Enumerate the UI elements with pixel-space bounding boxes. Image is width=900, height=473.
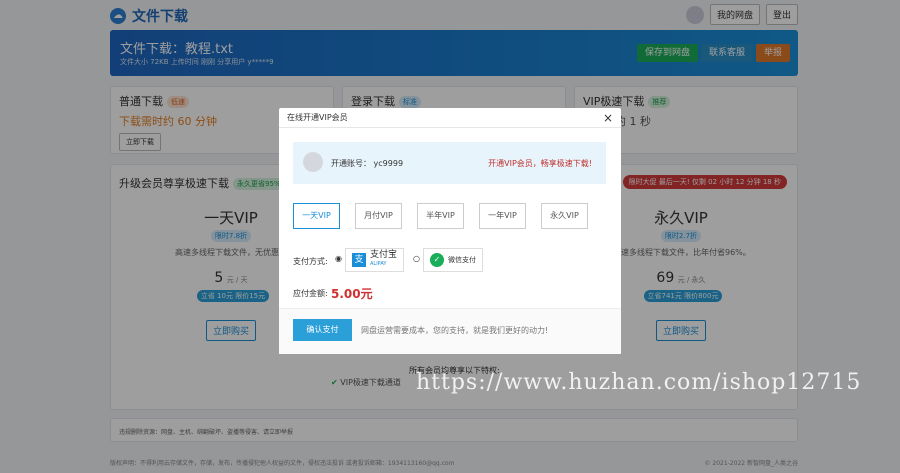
confirm-pay-button[interactable]: 确认支付 xyxy=(293,319,352,341)
close-icon[interactable]: × xyxy=(603,108,613,128)
plan-option-month[interactable]: 月付VIP xyxy=(355,203,402,229)
plan-option-day[interactable]: 一天VIP xyxy=(293,203,340,229)
alipay-option[interactable]: 支 支付宝 ALIPAY xyxy=(345,248,405,272)
account-box: 开通账号： yc9999 开通VIP会员，畅享极速下载! xyxy=(293,142,606,184)
account-label: 开通账号： yc9999 xyxy=(331,159,404,168)
user-avatar-icon xyxy=(303,152,323,172)
modal-header: 在线开通VIP会员 × xyxy=(279,108,621,128)
pay-method-label: 支付方式: xyxy=(293,257,328,266)
vip-modal: 在线开通VIP会员 × 开通账号： yc9999 开通VIP会员，畅享极速下载!… xyxy=(279,108,621,354)
watermark: https://www.huzhan.com/ishop12715 xyxy=(416,370,862,395)
wechat-icon: ✓ xyxy=(430,253,444,267)
wechat-option[interactable]: ✓ 微信支付 xyxy=(423,248,483,272)
account-promo: 开通VIP会员，畅享极速下载! xyxy=(488,159,592,168)
modal-footer: 确认支付 网盘运营需要成本，您的支持，就是我们更好的动力! xyxy=(279,308,621,354)
wechat-label: 微信支付 xyxy=(448,256,476,264)
modal-title: 在线开通VIP会员 xyxy=(287,113,348,122)
amount-label: 应付金额: xyxy=(293,289,328,298)
alipay-radio[interactable]: ◉ xyxy=(335,254,342,263)
plan-option-forever[interactable]: 永久VIP xyxy=(541,203,588,229)
support-note: 网盘运营需要成本，您的支持，就是我们更好的动力! xyxy=(361,326,549,335)
plan-option-year[interactable]: 一年VIP xyxy=(479,203,526,229)
plan-option-halfyear[interactable]: 半年VIP xyxy=(417,203,464,229)
alipay-label: 支付宝 xyxy=(370,250,398,260)
alipay-sublabel: ALIPAY xyxy=(370,261,387,267)
alipay-icon: 支 xyxy=(352,253,366,267)
amount-value: 5.00元 xyxy=(331,287,373,301)
wechat-radio[interactable]: ○ xyxy=(413,254,420,263)
